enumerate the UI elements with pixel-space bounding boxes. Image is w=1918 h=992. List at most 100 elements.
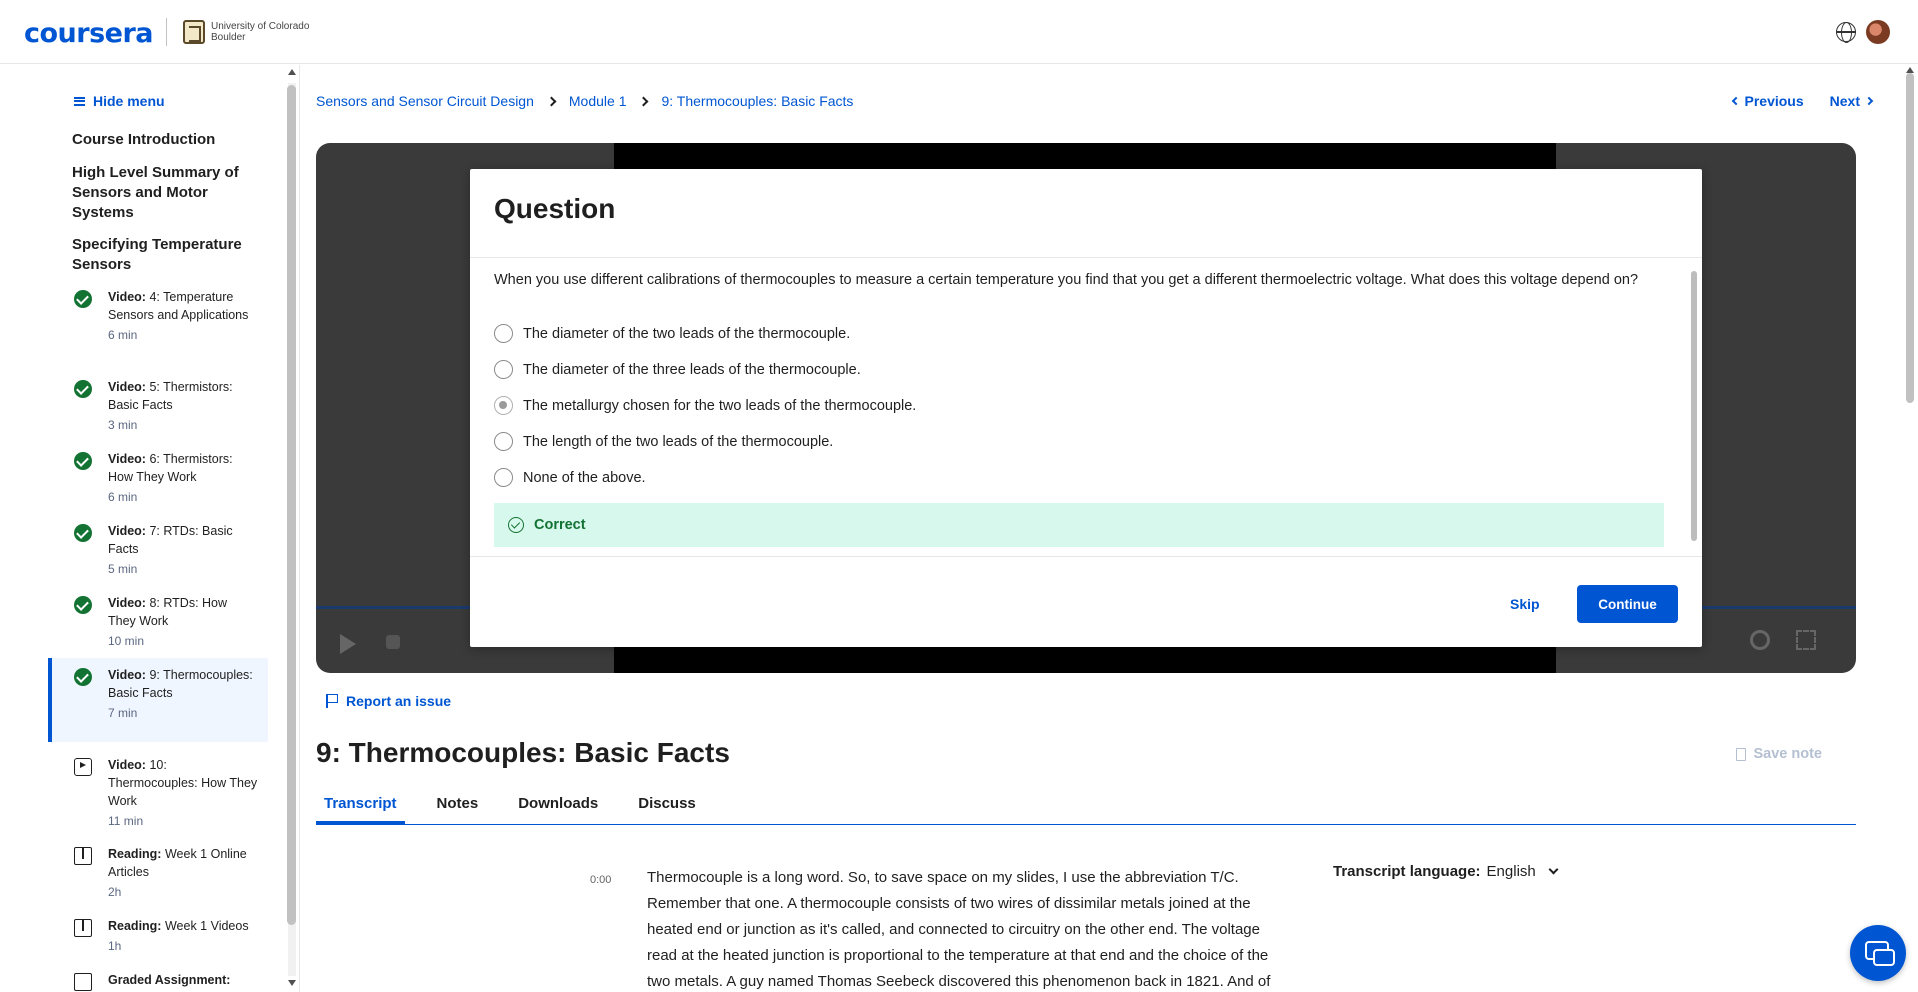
- volume-icon[interactable]: [386, 635, 400, 649]
- next-label: Next: [1829, 93, 1860, 109]
- answer-option[interactable]: The diameter of the three leads of the t…: [494, 360, 861, 379]
- skip-button[interactable]: Skip: [1510, 596, 1540, 612]
- settings-gear-icon[interactable]: [1750, 630, 1770, 650]
- item-type: Video:: [108, 452, 146, 466]
- modal-scrollbar[interactable]: [1690, 269, 1698, 541]
- tab-downloads[interactable]: Downloads: [510, 785, 606, 825]
- sidebar-item-graded-assignment[interactable]: Graded Assignment:: [48, 971, 268, 991]
- globe-icon[interactable]: [1836, 22, 1856, 43]
- breadcrumb-current[interactable]: 9: Thermocouples: Basic Facts: [661, 93, 853, 109]
- answer-label: The length of the two leads of the therm…: [523, 433, 834, 450]
- item-title: Week 1 Videos: [164, 919, 249, 933]
- item-duration: 7 min: [108, 706, 138, 720]
- sidebar-item-video-5[interactable]: Video: 5: Thermistors: Basic Facts 3 min: [48, 378, 268, 434]
- next-button[interactable]: Next: [1830, 93, 1878, 109]
- continue-button[interactable]: Continue: [1577, 585, 1678, 623]
- answer-option-selected[interactable]: The metallurgy chosen for the two leads …: [494, 396, 916, 415]
- transcript-language-selector[interactable]: Transcript language: English: [1333, 863, 1559, 880]
- play-icon[interactable]: [340, 634, 356, 654]
- university-logo[interactable]: University of Colorado Boulder: [183, 20, 321, 44]
- radio-button[interactable]: [494, 432, 513, 451]
- chevron-right-icon: [639, 96, 649, 106]
- transcript-timestamp[interactable]: 0:00: [590, 874, 611, 886]
- sidebar-item-video-9[interactable]: Video: 9: Thermocouples: Basic Facts 7 m…: [48, 658, 268, 742]
- item-duration: 3 min: [108, 418, 138, 432]
- report-issue-button[interactable]: Report an issue: [326, 693, 451, 709]
- completed-check-icon: [74, 668, 92, 686]
- breadcrumb-module[interactable]: Module 1: [569, 93, 627, 109]
- scrollbar-thumb[interactable]: [1906, 73, 1914, 403]
- answer-label: None of the above.: [523, 469, 646, 486]
- item-type: Video:: [108, 380, 146, 394]
- university-name: University of Colorado Boulder: [211, 21, 310, 43]
- scrollbar-thumb[interactable]: [287, 85, 296, 925]
- sidebar-item-video-8[interactable]: Video: 8: RTDs: How They Work 10 min: [48, 594, 268, 650]
- question-heading: Question: [494, 193, 616, 224]
- sidebar-item-video-4[interactable]: Video: 4: Temperature Sensors and Applic…: [48, 288, 268, 344]
- question-modal: Question When you use different calibrat…: [470, 169, 1702, 647]
- sidebar-item-reading-videos[interactable]: Reading: Week 1 Videos 1h: [48, 917, 268, 955]
- chat-help-button[interactable]: [1850, 925, 1906, 981]
- scroll-up-arrow-icon[interactable]: [288, 69, 296, 75]
- section-course-introduction[interactable]: Course Introduction: [72, 130, 252, 150]
- item-type: Video:: [108, 668, 146, 682]
- section-high-level-summary[interactable]: High Level Summary of Sensors and Motor …: [72, 163, 252, 223]
- previous-button[interactable]: Previous: [1727, 93, 1804, 109]
- transcript-text[interactable]: Thermocouple is a long word. So, to save…: [647, 865, 1287, 992]
- page-scrollbar[interactable]: [1902, 65, 1918, 992]
- university-mark-icon: [183, 20, 205, 44]
- answer-label: The diameter of the three leads of the t…: [523, 361, 861, 378]
- breadcrumb-course[interactable]: Sensors and Sensor Circuit Design: [316, 93, 534, 109]
- answer-option[interactable]: The length of the two leads of the therm…: [494, 432, 833, 451]
- item-duration: 11 min: [108, 814, 144, 828]
- breadcrumb: Sensors and Sensor Circuit Design Module…: [316, 93, 853, 109]
- section-specifying-temperature-sensors[interactable]: Specifying Temperature Sensors: [72, 235, 252, 275]
- radio-button[interactable]: [494, 468, 513, 487]
- fullscreen-icon[interactable]: [1796, 630, 1816, 650]
- tab-transcript[interactable]: Transcript: [316, 785, 405, 825]
- radio-button-selected[interactable]: [494, 396, 513, 415]
- question-body: When you use different calibrations of t…: [470, 257, 1702, 557]
- completed-check-icon: [74, 452, 92, 470]
- assignment-icon: [74, 973, 92, 991]
- chevron-down-icon: [1548, 864, 1559, 875]
- tab-discuss[interactable]: Discuss: [630, 785, 704, 825]
- sidebar-item-video-7[interactable]: Video: 7: RTDs: Basic Facts 5 min: [48, 522, 268, 578]
- lesson-navigation: Previous Next: [1727, 93, 1879, 109]
- answer-option[interactable]: The diameter of the two leads of the the…: [494, 324, 850, 343]
- flag-icon: [326, 694, 338, 708]
- chevron-left-icon: [1731, 96, 1740, 106]
- item-type: Video:: [108, 596, 146, 610]
- completed-check-icon: [74, 380, 92, 398]
- logo-divider: [166, 18, 167, 46]
- coursera-logo[interactable]: coursera: [24, 18, 154, 49]
- course-sidebar: Hide menu Course Introduction High Level…: [0, 65, 300, 992]
- menu-icon: [74, 96, 85, 106]
- scrollbar-thumb[interactable]: [1691, 271, 1697, 541]
- sidebar-item-reading-articles[interactable]: Reading: Week 1 Online Articles 2h: [48, 845, 268, 901]
- correct-feedback-banner: Correct: [494, 503, 1664, 547]
- sidebar-scrollbar[interactable]: [285, 65, 299, 992]
- play-video-icon: [74, 758, 92, 776]
- save-note-button[interactable]: Save note: [1735, 746, 1822, 762]
- item-type: Video:: [108, 290, 146, 304]
- feedback-label: Correct: [534, 517, 586, 533]
- radio-button[interactable]: [494, 360, 513, 379]
- item-type: Reading:: [108, 919, 162, 933]
- completed-check-icon: [74, 290, 92, 308]
- radio-button[interactable]: [494, 324, 513, 343]
- avatar[interactable]: [1866, 20, 1890, 44]
- answer-label: The metallurgy chosen for the two leads …: [523, 397, 917, 414]
- item-type: Video:: [108, 524, 146, 538]
- sidebar-item-video-10[interactable]: Video: 10: Thermocouples: How They Work …: [48, 756, 268, 830]
- hide-menu-label: Hide menu: [93, 93, 165, 109]
- completed-check-icon: [74, 596, 92, 614]
- item-duration: 5 min: [108, 562, 138, 576]
- scroll-down-arrow-icon[interactable]: [288, 980, 296, 986]
- answer-option[interactable]: None of the above.: [494, 468, 646, 487]
- hide-menu-button[interactable]: Hide menu: [74, 93, 165, 109]
- transcript-language-label: Transcript language:: [1333, 863, 1481, 880]
- sidebar-item-video-6[interactable]: Video: 6: Thermistors: How They Work 6 m…: [48, 450, 268, 506]
- book-icon: [74, 847, 92, 865]
- tab-notes[interactable]: Notes: [429, 785, 487, 825]
